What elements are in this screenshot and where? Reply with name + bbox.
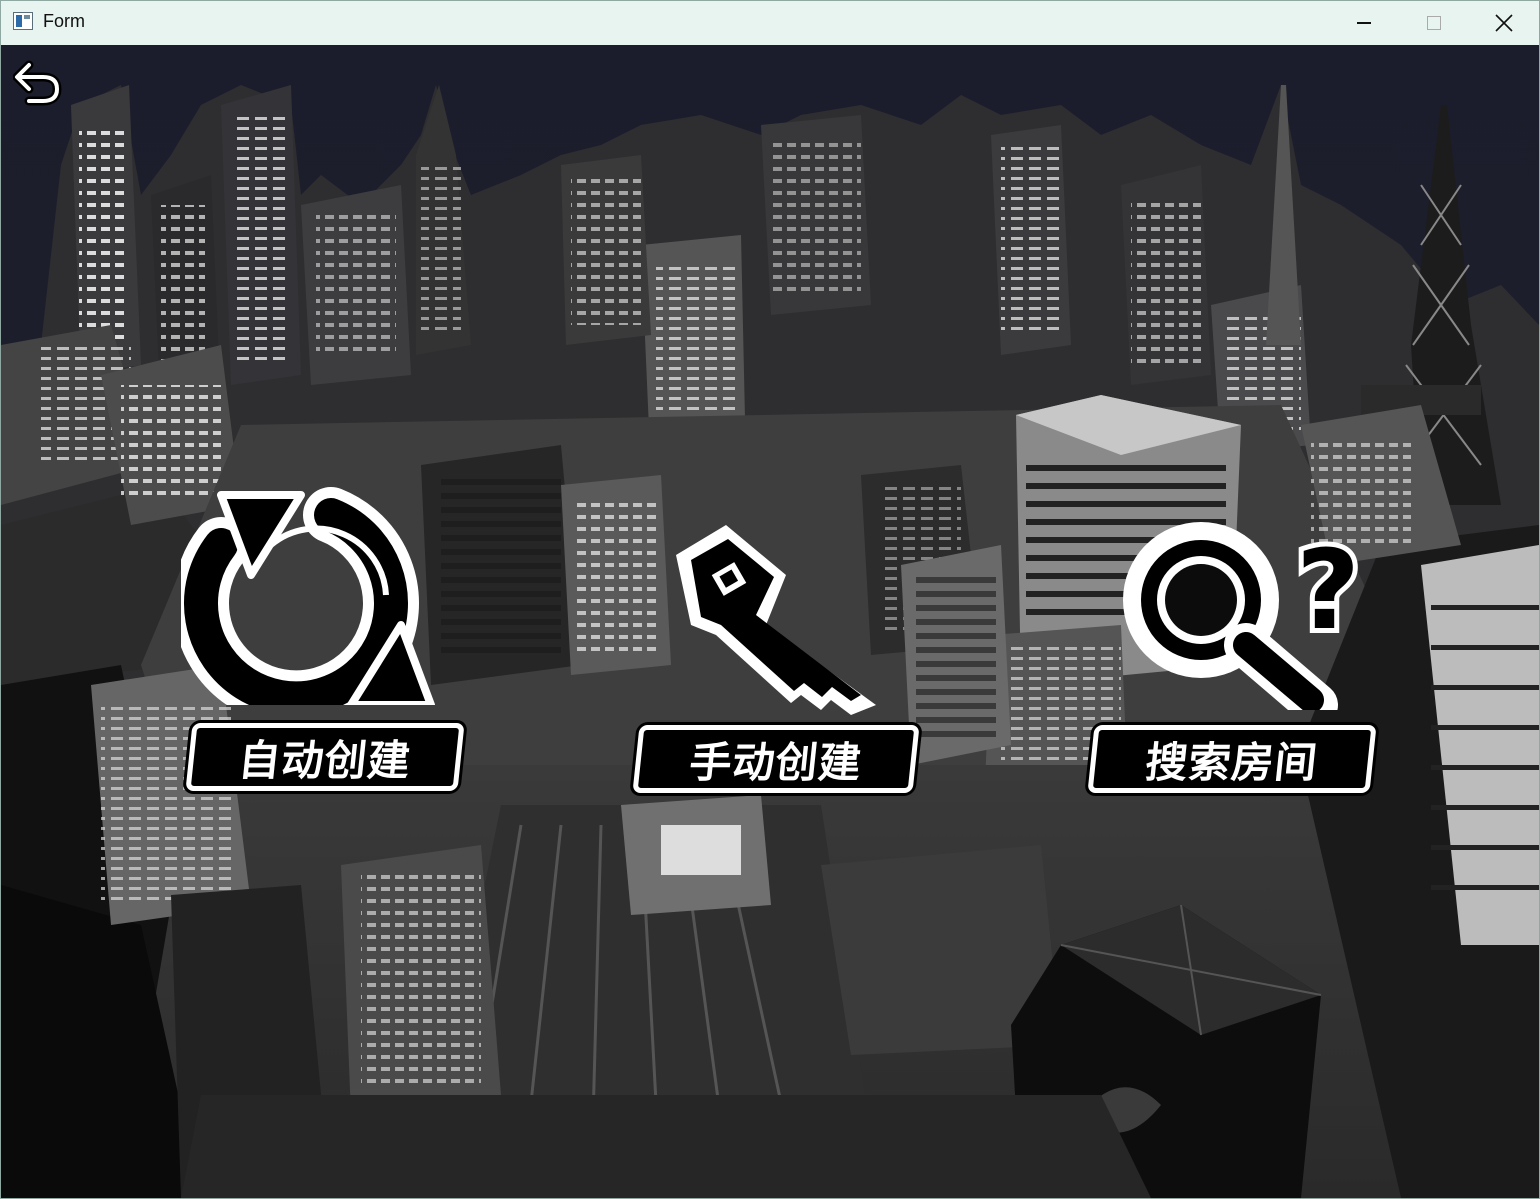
city-background: 自动创建 手动创建 ? 搜索房间 bbox=[1, 45, 1539, 1198]
close-button[interactable] bbox=[1469, 1, 1539, 45]
window-title: Form bbox=[43, 11, 85, 31]
back-arrow-icon bbox=[12, 60, 62, 106]
app-window: Form 自动创建 手动创建 ? 搜索房间 bbox=[0, 0, 1540, 1199]
search-room-label: 搜索房间 bbox=[1087, 725, 1377, 793]
svg-text:?: ? bbox=[1296, 526, 1360, 654]
manual-create-label: 手动创建 bbox=[632, 725, 920, 793]
app-window-icon bbox=[13, 12, 33, 30]
minimize-icon bbox=[1357, 22, 1371, 24]
maximize-button[interactable] bbox=[1399, 1, 1469, 45]
title-bar[interactable]: Form bbox=[1, 1, 1539, 45]
auto-create-button[interactable]: 自动创建 bbox=[181, 475, 471, 791]
back-button[interactable] bbox=[12, 57, 65, 107]
minimize-button[interactable] bbox=[1329, 1, 1399, 45]
maximize-icon bbox=[1427, 16, 1441, 30]
auto-create-label: 自动创建 bbox=[185, 723, 465, 791]
manual-create-button[interactable]: 手动创建 bbox=[626, 515, 926, 793]
key-icon bbox=[676, 525, 876, 715]
search-room-button[interactable]: ? 搜索房间 bbox=[1081, 500, 1381, 793]
close-icon bbox=[1495, 14, 1513, 32]
magnifier-question-icon: ? bbox=[1123, 521, 1365, 710]
refresh-cycle-icon bbox=[181, 487, 435, 705]
